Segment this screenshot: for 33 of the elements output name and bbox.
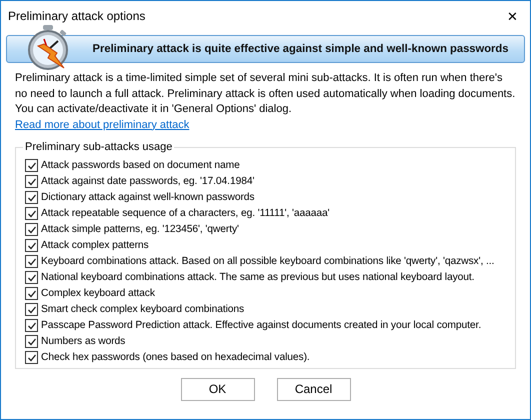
checkbox-label: Attack passwords based on document name [41,158,240,173]
checkbox[interactable] [25,207,38,220]
checkbox-label: Check hex passwords (ones based on hexadecimal values). [41,350,310,365]
ok-button[interactable]: OK [180,378,254,400]
checkbox-label: Attack repeatable sequence of a characters, eg. '11111', 'aaaaaa' [41,206,330,221]
checkbox[interactable] [25,191,38,204]
checkbox[interactable] [25,287,38,300]
checkbox[interactable] [25,239,38,252]
checkbox-label: Attack against date passwords, eg. '17.04.1984' [41,174,254,189]
checkbox[interactable] [25,335,38,348]
checkbox[interactable] [25,351,38,364]
checkbox-label: Attack simple patterns, eg. '123456', 'qwerty' [41,222,239,237]
checkbox-label: Keyboard combinations attack. Based on all possible keyboard combinations like 'qwerty', 'qazwsx', ... [41,254,494,269]
description-text: Preliminary attack is a time-limited simple set of several mini sub-attacks. It is often run when there's no need to launch a full attack. Preliminary attack is often used automatically when loading documents. You can activate/deactivate it in 'General Options' dialog. [15,71,516,117]
checkbox[interactable] [25,303,38,316]
checkbox-label: Passcape Password Prediction attack. Effective against documents created in your local computer. [41,318,482,333]
checkbox[interactable] [25,223,38,236]
checkbox[interactable] [25,175,38,188]
checkbox-label: Complex keyboard attack [41,286,155,301]
read-more-link[interactable]: Read more about preliminary attack [15,118,190,132]
cancel-button[interactable]: Cancel [276,378,350,400]
checkbox[interactable] [25,255,38,268]
checkbox[interactable] [25,159,38,172]
checkbox-label: National keyboard combinations attack. The same as previous but uses national keyboard layout. [41,270,474,285]
checkbox[interactable] [25,271,38,284]
banner-text: Preliminary attack is quite effective against simple and well-known passwords [92,42,510,57]
checkbox-label: Numbers as words [41,334,126,349]
checkbox-label: Smart check complex keyboard combinations [41,302,244,317]
checkbox-label: Attack complex patterns [41,238,149,253]
checkbox-label: Dictionary attack against well-known passwords [41,190,254,205]
window-title: Preliminary attack options [8,8,146,25]
checkbox[interactable] [25,319,38,332]
close-button[interactable]: ✕ [501,10,524,22]
